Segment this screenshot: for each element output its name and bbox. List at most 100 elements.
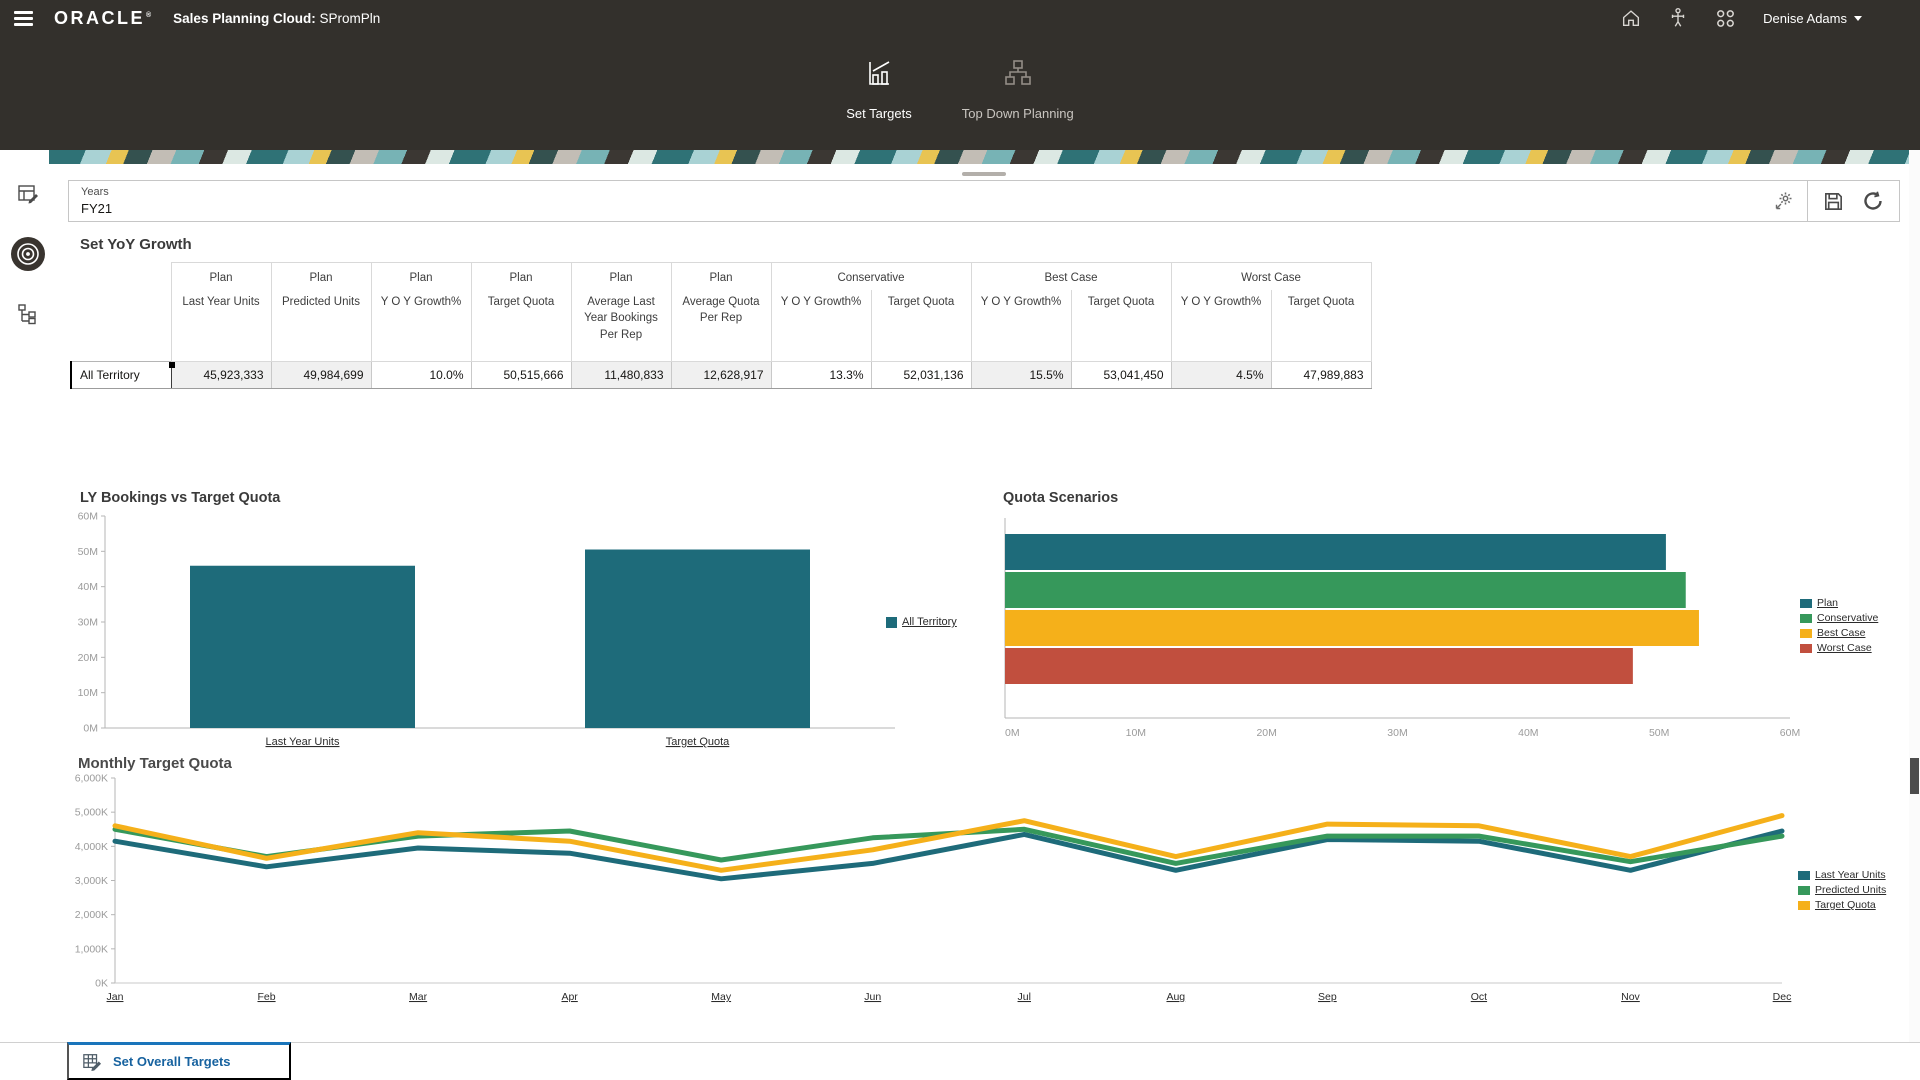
person-icon (1668, 7, 1688, 29)
grid-cell[interactable]: 52,031,136 (871, 362, 971, 389)
legend-label: Target Quota (1815, 899, 1876, 911)
month-label-nov[interactable]: Nov (1621, 991, 1640, 1003)
month-label-jul[interactable]: Jul (1018, 991, 1031, 1003)
legend-label: Last Year Units (1815, 869, 1886, 881)
pov-options-button[interactable] (1761, 181, 1807, 221)
topbar-actions: Denise Adams (1620, 7, 1920, 30)
grid-title: Set YoY Growth (80, 236, 192, 253)
x-axis-tick-label: 40M (1518, 727, 1538, 739)
tab-set-targets[interactable]: Set Targets (838, 56, 920, 121)
month-label-jan[interactable]: Jan (107, 991, 124, 1003)
grid-cell[interactable]: 47,989,883 (1271, 362, 1371, 389)
y-axis-tick-label: 20M (78, 652, 98, 664)
grid-cell[interactable]: 13.3% (771, 362, 871, 389)
monthly-target-quota-chart: 0K1,000K2,000K3,000K4,000K5,000K6,000KJa… (60, 772, 1820, 1024)
column-header: Average Quota Per Rep (671, 290, 771, 362)
category-label-last-year-units[interactable]: Last Year Units (266, 736, 340, 748)
save-button[interactable] (1822, 190, 1845, 213)
row-header[interactable]: All Territory (71, 362, 171, 389)
scrollbar-thumb[interactable] (1910, 758, 1919, 794)
app-window: ORACLE® Sales Planning Cloud: SPromPln D… (0, 0, 1920, 1080)
legend-entry-plan[interactable]: Plan (1800, 597, 1878, 609)
navigator-button[interactable] (1714, 7, 1737, 30)
month-label-aug[interactable]: Aug (1166, 991, 1185, 1003)
pov-member-link[interactable]: FY21 (81, 201, 112, 216)
user-menu[interactable]: Denise Adams (1763, 11, 1862, 26)
month-label-jun[interactable]: Jun (864, 991, 881, 1003)
column-header: Target Quota (1271, 290, 1371, 362)
bar-last-year-units[interactable] (190, 566, 415, 728)
grid-cell[interactable]: 49,984,699 (271, 362, 371, 389)
vertical-scrollbar[interactable] (1909, 150, 1920, 1042)
refresh-button[interactable] (1861, 189, 1885, 213)
month-label-oct[interactable]: Oct (1471, 991, 1487, 1003)
bar-conservative[interactable] (1005, 572, 1686, 608)
hamburger-menu-button[interactable] (0, 0, 46, 36)
legend-entry-conservative[interactable]: Conservative (1800, 612, 1878, 624)
grid-cell[interactable]: 50,515,666 (471, 362, 571, 389)
month-label-feb[interactable]: Feb (257, 991, 275, 1003)
bottom-tab-label: Set Overall Targets (113, 1054, 231, 1069)
column-header: Y O Y Growth% (1171, 290, 1271, 362)
legend-entry-all-territory[interactable]: All Territory (886, 616, 957, 628)
set-targets-bullseye-icon (9, 235, 47, 273)
x-axis-tick-label: 50M (1649, 727, 1669, 739)
y-axis-tick-label: 3,000K (75, 875, 108, 887)
column-group-header: Conservative (771, 263, 971, 290)
category-label-target-quota[interactable]: Target Quota (666, 736, 730, 748)
month-label-may[interactable]: May (711, 991, 732, 1003)
legend-entry-predicted-units[interactable]: Predicted Units (1798, 884, 1886, 896)
grid-cell[interactable]: 12,628,917 (671, 362, 771, 389)
bar-target-quota[interactable] (585, 550, 810, 728)
rail-data-entry-button[interactable] (16, 182, 40, 209)
bar-plan[interactable] (1005, 534, 1666, 570)
month-label-sep[interactable]: Sep (1318, 991, 1337, 1003)
y-axis-tick-label: 2,000K (75, 909, 108, 921)
column-header: Average Last Year Bookings Per Rep (571, 290, 671, 362)
grid-cell[interactable]: 45,923,333 (171, 362, 271, 389)
bottom-tab-set-overall-targets[interactable]: Set Overall Targets (67, 1042, 291, 1080)
grid-cell[interactable]: 4.5% (1171, 362, 1271, 389)
month-label-mar[interactable]: Mar (409, 991, 428, 1003)
rail-set-targets-button[interactable] (9, 235, 47, 276)
grid-cell[interactable]: 53,041,450 (1071, 362, 1171, 389)
legend-swatch (1800, 644, 1812, 653)
grid-cell[interactable]: 10.0% (371, 362, 471, 389)
month-label-apr[interactable]: Apr (561, 991, 578, 1003)
y-axis-tick-label: 40M (78, 581, 98, 593)
column-group-header: Plan (371, 263, 471, 290)
legend-entry-target-quota[interactable]: Target Quota (1798, 899, 1886, 911)
hamburger-icon (14, 11, 33, 14)
y-axis-tick-label: 5,000K (75, 807, 108, 819)
column-group-header: Plan (271, 263, 371, 290)
legend-entry-last-year-units[interactable]: Last Year Units (1798, 869, 1886, 881)
yoy-grid-container: PlanPlanPlanPlanPlanPlanConservativeBest… (70, 262, 1372, 389)
yoy-grid-table: PlanPlanPlanPlanPlanPlanConservativeBest… (70, 262, 1372, 389)
ly-bookings-chart-block: LY Bookings vs Target Quota 0M10M20M30M4… (60, 490, 960, 758)
column-group-header: Worst Case (1171, 263, 1371, 290)
column-group-header: Plan (571, 263, 671, 290)
caret-down-icon (1854, 16, 1862, 21)
grid-corner (71, 290, 171, 362)
y-axis-tick-label: 50M (78, 546, 98, 558)
rail-hierarchy-button[interactable] (16, 302, 40, 329)
header: ORACLE® Sales Planning Cloud: SPromPln D… (0, 0, 1920, 150)
pov-drag-handle[interactable] (962, 172, 1006, 176)
column-header: Y O Y Growth% (971, 290, 1071, 362)
column-header: Y O Y Growth% (371, 290, 471, 362)
tab-top-down-planning[interactable]: Top Down Planning (954, 56, 1082, 121)
data-entry-form-icon (16, 182, 40, 206)
legend-swatch (886, 617, 897, 628)
assistance-button[interactable] (1668, 7, 1688, 29)
grid-cell[interactable]: 11,480,833 (571, 362, 671, 389)
chart-title: Monthly Target Quota (78, 755, 1820, 772)
bar-best-case[interactable] (1005, 610, 1699, 646)
bar-worst-case[interactable] (1005, 648, 1633, 684)
month-label-dec[interactable]: Dec (1773, 991, 1792, 1003)
legend-entry-best-case[interactable]: Best Case (1800, 627, 1878, 639)
form-pencil-icon (82, 1052, 102, 1071)
grid-cell[interactable]: 15.5% (971, 362, 1071, 389)
legend-entry-worst-case[interactable]: Worst Case (1800, 642, 1878, 654)
column-header: Predicted Units (271, 290, 371, 362)
home-button[interactable] (1620, 7, 1642, 29)
